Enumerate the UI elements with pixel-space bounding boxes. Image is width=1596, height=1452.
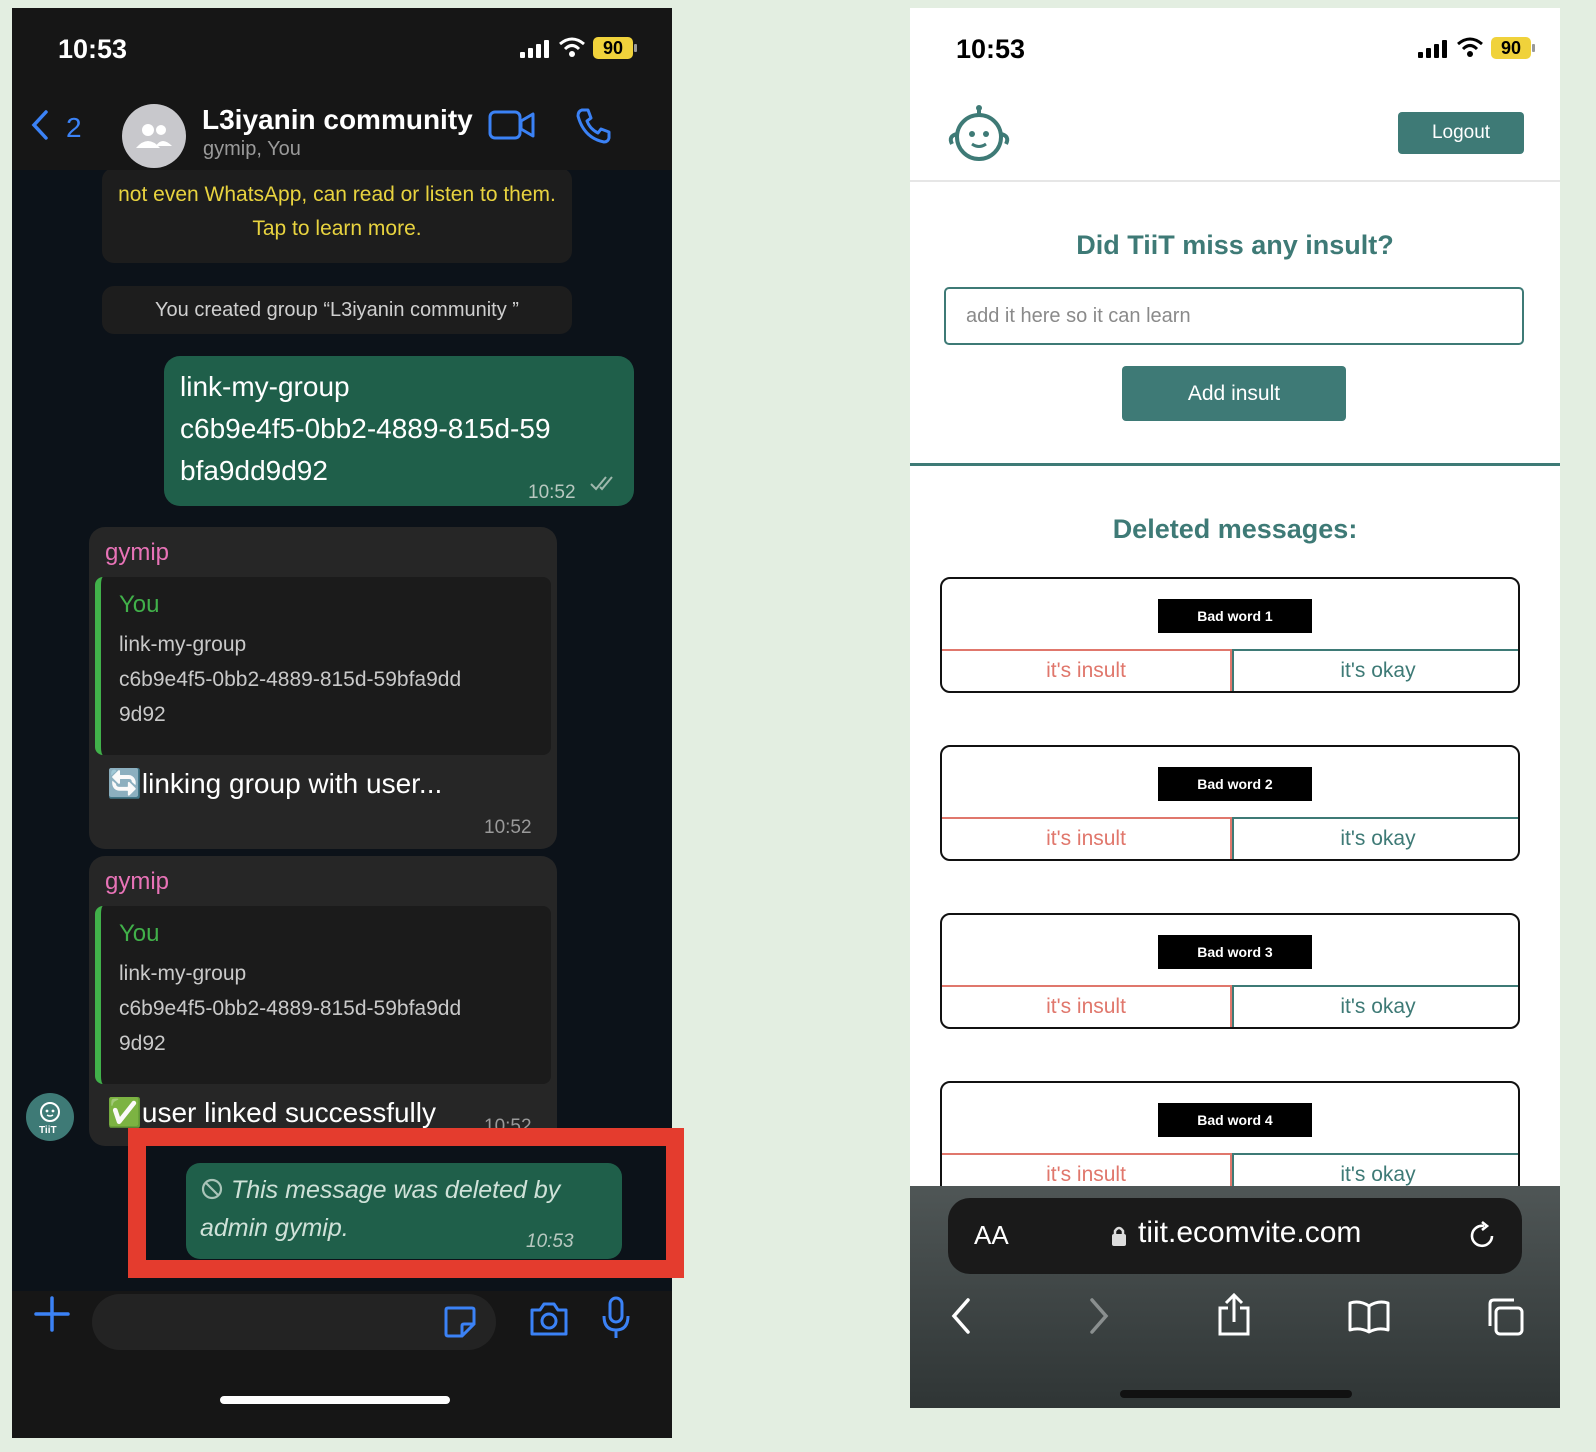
its-insult-button[interactable]: it's insult [942, 985, 1232, 1027]
home-indicator [1120, 1390, 1352, 1398]
quoted-line: 9d92 [119, 703, 166, 726]
deleted-message-card: Bad word 2 it's insult it's okay [940, 745, 1520, 861]
microphone-icon[interactable] [600, 1296, 632, 1342]
safari-screen: 10:53 90 Logout Did TiiT miss any insult… [910, 8, 1560, 1408]
message-line: c6b9e4f5-0bb2-4889-815d-59 [180, 413, 551, 444]
message-time: 10:53 [526, 1231, 574, 1252]
incoming-message[interactable]: gymip You link-my-group c6b9e4f5-0bb2-48… [89, 527, 557, 849]
plus-icon[interactable] [32, 1294, 72, 1334]
bad-word-label: Bad word 4 [1158, 1103, 1312, 1137]
battery-icon: 90 [1491, 37, 1531, 59]
quoted-line: c6b9e4f5-0bb2-4889-815d-59bfa9dd [119, 668, 462, 691]
quoted-author: You [119, 920, 160, 947]
home-indicator [220, 1396, 450, 1404]
incoming-message[interactable]: gymip You link-my-group c6b9e4f5-0bb2-48… [89, 856, 557, 1146]
sender-name: gymip [105, 868, 170, 895]
message-text: 🔄linking group with user... [107, 767, 442, 800]
bookmarks-icon[interactable] [1346, 1298, 1392, 1334]
quoted-message[interactable]: You link-my-group c6b9e4f5-0bb2-4889-815… [95, 906, 551, 1084]
group-icon [136, 124, 172, 148]
message-input[interactable] [92, 1294, 496, 1350]
logout-button[interactable]: Logout [1398, 112, 1524, 154]
avatar-label: TiiT [39, 1125, 57, 1136]
its-insult-button[interactable]: it's insult [942, 649, 1232, 691]
tiit-logo-icon [40, 1102, 60, 1122]
outgoing-message[interactable]: link-my-group c6b9e4f5-0bb2-4889-815d-59… [164, 356, 634, 506]
message-body: user linked successfully [141, 1097, 436, 1128]
header-divider [910, 180, 1560, 182]
chat-subtitle[interactable]: gymip, You [203, 138, 301, 161]
its-okay-button[interactable]: it's okay [1232, 817, 1518, 859]
deleted-message-card: Bad word 1 it's insult it's okay [940, 577, 1520, 693]
reader-settings-button[interactable]: AA [974, 1220, 1009, 1251]
tabs-icon[interactable] [1484, 1296, 1526, 1338]
encryption-text: not even WhatsApp, can read or listen to… [118, 183, 556, 240]
wifi-icon [559, 37, 585, 57]
bad-word-label: Bad word 1 [1158, 599, 1312, 633]
deleted-messages-heading: Deleted messages: [1112, 514, 1358, 544]
deleted-text: This message was deleted by admin gymip. [200, 1176, 561, 1242]
quoted-line: link-my-group [119, 962, 247, 985]
url-text[interactable]: tiit.ecomvite.com [1138, 1216, 1361, 1250]
message-body: linking group with user... [141, 768, 443, 799]
lock-icon [1112, 1226, 1126, 1246]
sticker-icon[interactable] [442, 1304, 478, 1340]
battery-icon: 90 [593, 37, 633, 59]
refresh-emoji-icon: 🔄 [107, 768, 142, 799]
battery-tip [634, 44, 637, 52]
insult-form-heading: Did TiiT miss any insult? [1076, 230, 1394, 260]
bad-word-label: Bad word 2 [1158, 767, 1312, 801]
forward-icon[interactable] [1086, 1296, 1112, 1336]
status-bar: 10:53 90 [12, 8, 672, 98]
insult-input[interactable] [944, 287, 1524, 345]
prohibited-icon [201, 1178, 223, 1200]
quoted-message[interactable]: You link-my-group c6b9e4f5-0bb2-4889-815… [95, 577, 551, 755]
its-okay-button[interactable]: it's okay [1232, 985, 1518, 1027]
quoted-line: c6b9e4f5-0bb2-4889-815d-59bfa9dd [119, 997, 462, 1020]
message-text: ✅user linked successfully [107, 1096, 436, 1129]
tiit-logo-icon[interactable] [942, 104, 1016, 164]
wifi-icon [1457, 37, 1483, 57]
quoted-author: You [119, 591, 160, 618]
message-time: 10:52 [528, 482, 576, 503]
deleted-message-card: Bad word 4 it's insult it's okay [940, 1081, 1520, 1197]
group-created-notice: You created group “L3iyanin community ” [102, 286, 572, 334]
battery-tip [1532, 44, 1535, 52]
tiit-avatar[interactable]: TiiT [26, 1093, 74, 1141]
chat-title[interactable]: L3iyanin community [202, 104, 473, 136]
video-call-icon[interactable] [488, 108, 536, 142]
camera-icon[interactable] [528, 1300, 570, 1338]
message-line: link-my-group [180, 371, 350, 402]
its-okay-button[interactable]: it's okay [1232, 649, 1518, 691]
quoted-line: link-my-group [119, 633, 247, 656]
encryption-notice[interactable]: not even WhatsApp, can read or listen to… [102, 168, 572, 263]
quoted-line: 9d92 [119, 1032, 166, 1055]
add-insult-button[interactable]: Add insult [1122, 366, 1346, 421]
back-unread-count[interactable]: 2 [66, 112, 82, 144]
phone-call-icon[interactable] [574, 106, 614, 146]
address-bar[interactable]: AA tiit.ecomvite.com [948, 1198, 1522, 1274]
group-created-text: You created group “L3iyanin community ” [155, 299, 519, 321]
check-emoji-icon: ✅ [107, 1097, 142, 1128]
signal-icon [1418, 38, 1447, 58]
reload-icon[interactable] [1466, 1220, 1498, 1252]
group-avatar[interactable] [122, 104, 186, 168]
signal-icon [520, 38, 549, 58]
chevron-left-icon[interactable] [28, 108, 52, 142]
double-check-icon [590, 476, 613, 491]
status-time: 10:53 [58, 34, 128, 64]
bad-word-label: Bad word 3 [1158, 935, 1312, 969]
deleted-message-card: Bad word 3 it's insult it's okay [940, 913, 1520, 1029]
back-icon[interactable] [948, 1296, 974, 1336]
share-icon[interactable] [1216, 1292, 1252, 1338]
deleted-message[interactable]: This message was deleted by admin gymip.… [186, 1163, 622, 1259]
message-time: 10:52 [484, 817, 532, 838]
status-time: 10:53 [956, 34, 1026, 64]
section-divider [910, 463, 1560, 466]
sender-name: gymip [105, 539, 170, 566]
its-insult-button[interactable]: it's insult [942, 817, 1232, 859]
